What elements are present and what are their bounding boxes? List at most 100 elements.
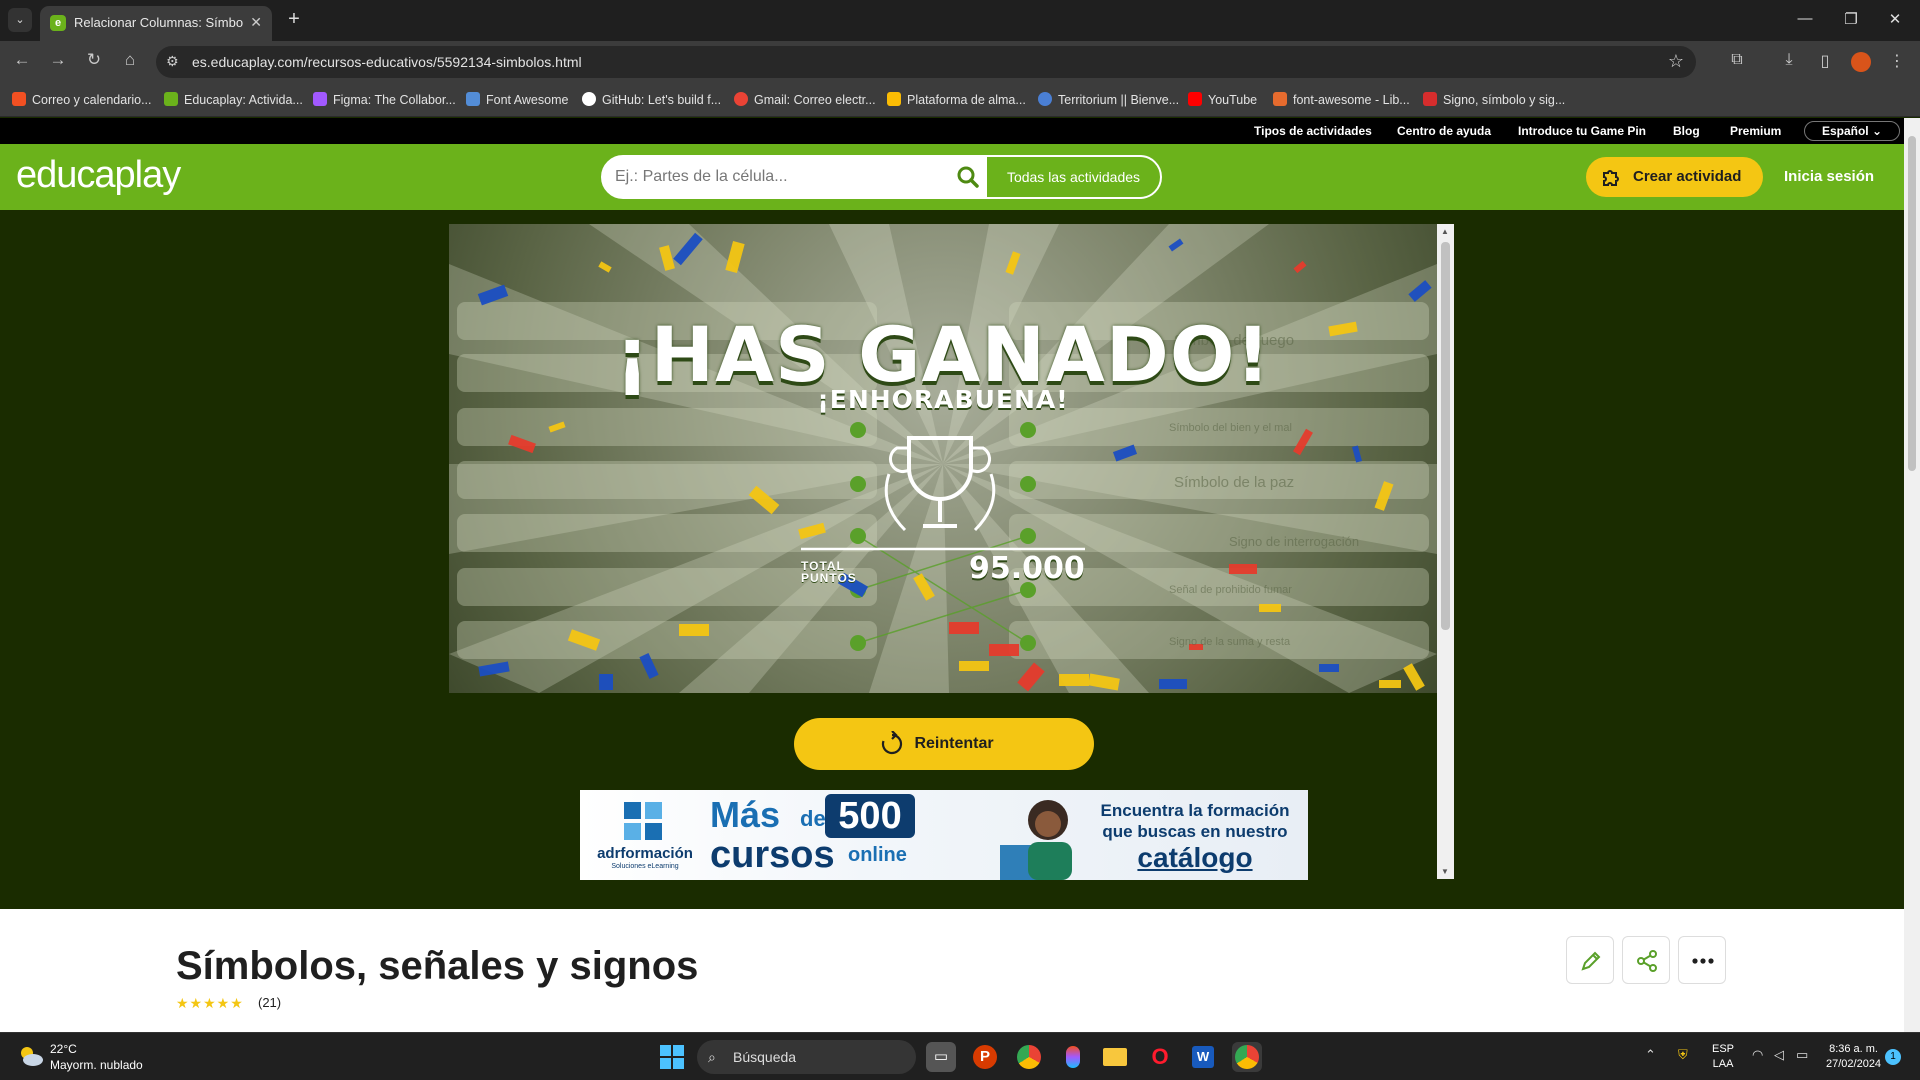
tab-close-icon[interactable]: ✕ [250,14,262,31]
extensions-icon[interactable]: ⧉ [1726,51,1748,69]
retry-button[interactable]: Reintentar [794,718,1094,770]
share-button[interactable] [1622,936,1670,984]
browser-tab-active[interactable]: e Relacionar Columnas: Símbolos ✕ [40,6,272,41]
search-icon[interactable] [955,164,981,190]
search-box[interactable]: Ej.: Partes de la célula... Todas las ac… [601,155,1162,199]
minimize-icon[interactable]: — [1790,10,1820,27]
bookmark-item[interactable]: GitHub: Let's build f... [582,92,721,107]
tab-search-icon[interactable]: ⌄ [8,8,32,32]
new-tab-icon[interactable]: + [282,8,306,31]
flag-icon [466,92,480,106]
link-help-center[interactable]: Centro de ayuda [1397,124,1491,138]
game-rays [449,224,1437,693]
ad-number: 500 [825,794,915,838]
security-shield-icon[interactable]: ⛨ [1678,1047,1688,1063]
side-panel-icon[interactable]: ▯ [1814,51,1836,71]
figma-app-icon[interactable] [1058,1042,1088,1072]
window-close-icon[interactable]: ✕ [1880,10,1910,28]
background-label: Señal de prohibido fumar [1169,584,1292,596]
microsoft-icon [12,92,26,106]
windows-start-icon[interactable] [660,1045,684,1069]
code-icon [1273,92,1287,106]
youtube-icon [1188,92,1202,106]
github-icon [582,92,596,106]
advertisement-banner[interactable]: adrformación Soluciones eLearning Más de… [580,790,1308,880]
educaplay-favicon-icon: e [50,15,66,31]
bookmark-item[interactable]: YouTube [1188,92,1257,107]
scroll-up-icon[interactable]: ▲ [1441,227,1449,236]
rating-stars-icon: ★★★★★ [176,995,244,1011]
bookmark-item[interactable]: Plataforma de alma... [887,92,1026,107]
battery-icon[interactable]: ▭ [1796,1047,1808,1063]
bookmark-item[interactable]: Correo y calendario... [12,92,152,107]
bookmark-item[interactable]: Gmail: Correo electr... [734,92,876,107]
game-scrollbar[interactable]: ▲ ▼ [1437,224,1454,879]
bookmark-item[interactable]: Figma: The Collabor... [313,92,456,107]
link-blog[interactable]: Blog [1673,124,1700,138]
app-p-icon[interactable]: P [970,1042,1000,1072]
download-icon[interactable]: ⤓ [1778,51,1800,69]
search-icon: ⌕ [708,1049,716,1065]
wifi-icon[interactable]: ◠ [1752,1047,1763,1063]
language-label: Español [1821,124,1869,138]
file-explorer-app-icon[interactable]: ▭ [926,1042,956,1072]
home-icon[interactable]: ⌂ [118,50,142,70]
chrome-active-app-icon[interactable] [1232,1042,1262,1072]
create-activity-button[interactable]: Crear actividad [1586,157,1763,197]
signo-icon [1423,92,1437,106]
word-app-icon[interactable]: W [1188,1042,1218,1072]
educaplay-logo[interactable]: educaplay [16,154,181,197]
scroll-down-icon[interactable]: ▼ [1441,867,1449,876]
bookmark-star-icon[interactable]: ☆ [1668,51,1684,72]
adr-logo-icon [624,802,662,840]
link-game-pin[interactable]: Introduce tu Game Pin [1518,124,1646,138]
volume-icon[interactable]: ◁ [1774,1047,1784,1063]
back-icon[interactable]: ← [10,50,34,70]
bookmark-item[interactable]: Signo, símbolo y sig... [1423,92,1565,107]
restore-icon[interactable]: ❐ [1836,10,1866,28]
link-premium[interactable]: Premium [1730,124,1781,138]
address-bar[interactable]: ⚙ es.educaplay.com/recursos-educativos/5… [156,46,1696,78]
bookmark-item[interactable]: Territorium || Bienve... [1038,92,1179,107]
forward-icon[interactable]: → [46,50,70,70]
ad-person-image [1000,800,1072,880]
top-links-bar: Tipos de actividades Centro de ayuda Int… [0,118,1904,144]
reload-icon[interactable]: ↻ [82,50,106,70]
bookmark-item[interactable]: font-awesome - Lib... [1273,92,1410,107]
language-selector[interactable]: Español ⌄ [1804,121,1900,141]
share-icon [1637,950,1657,972]
win-subheadline: ¡ENHORABUENA! [817,385,1069,414]
chevron-up-icon[interactable]: ⌃ [1645,1047,1656,1063]
ad-brand-sub: Soluciones eLearning [611,863,679,870]
input-language[interactable]: ESP LAA [1712,1042,1734,1072]
link-activity-types[interactable]: Tipos de actividades [1254,124,1372,138]
browser-tab-strip: ⌄ e Relacionar Columnas: Símbolos ✕ + — … [0,0,1920,41]
pencil-icon [1581,951,1601,971]
menu-dots-icon[interactable]: ⋮ [1886,51,1908,71]
background-label: Símbolo del bien y el mal [1169,422,1292,434]
login-link[interactable]: Inicia sesión [1784,168,1874,185]
edit-button[interactable] [1566,936,1614,984]
page-scrollbar-thumb[interactable] [1908,136,1916,471]
page-scrollbar[interactable] [1904,118,1920,1032]
google-drive-icon [887,92,901,106]
more-options-button[interactable] [1678,936,1726,984]
ad-cursos: cursos [710,834,835,876]
bookmark-item[interactable]: Font Awesome [466,92,568,107]
weather-description[interactable]: Mayorm. nublado [50,1058,143,1072]
site-settings-icon[interactable]: ⚙ [166,53,179,70]
notification-badge[interactable]: 1 [1885,1049,1901,1065]
opera-app-icon[interactable]: O [1145,1042,1175,1072]
folder-app-icon[interactable] [1100,1042,1130,1072]
chrome-app-icon[interactable] [1014,1042,1044,1072]
system-clock[interactable]: 8:36 a. m. 27/02/2024 [1826,1042,1881,1072]
bookmark-item[interactable]: Educaplay: Activida... [164,92,303,107]
taskbar-search[interactable]: ⌕ Búsqueda [697,1040,916,1074]
search-input[interactable]: Ej.: Partes de la célula... [615,168,788,186]
profile-avatar[interactable] [1851,52,1871,72]
weather-temperature[interactable]: 22°C [50,1042,77,1056]
all-activities-button[interactable]: Todas las actividades [985,155,1162,199]
more-dots-icon [1692,958,1714,964]
scrollbar-thumb[interactable] [1441,242,1450,630]
total-points-label: TOTAL PUNTOS [801,559,857,585]
